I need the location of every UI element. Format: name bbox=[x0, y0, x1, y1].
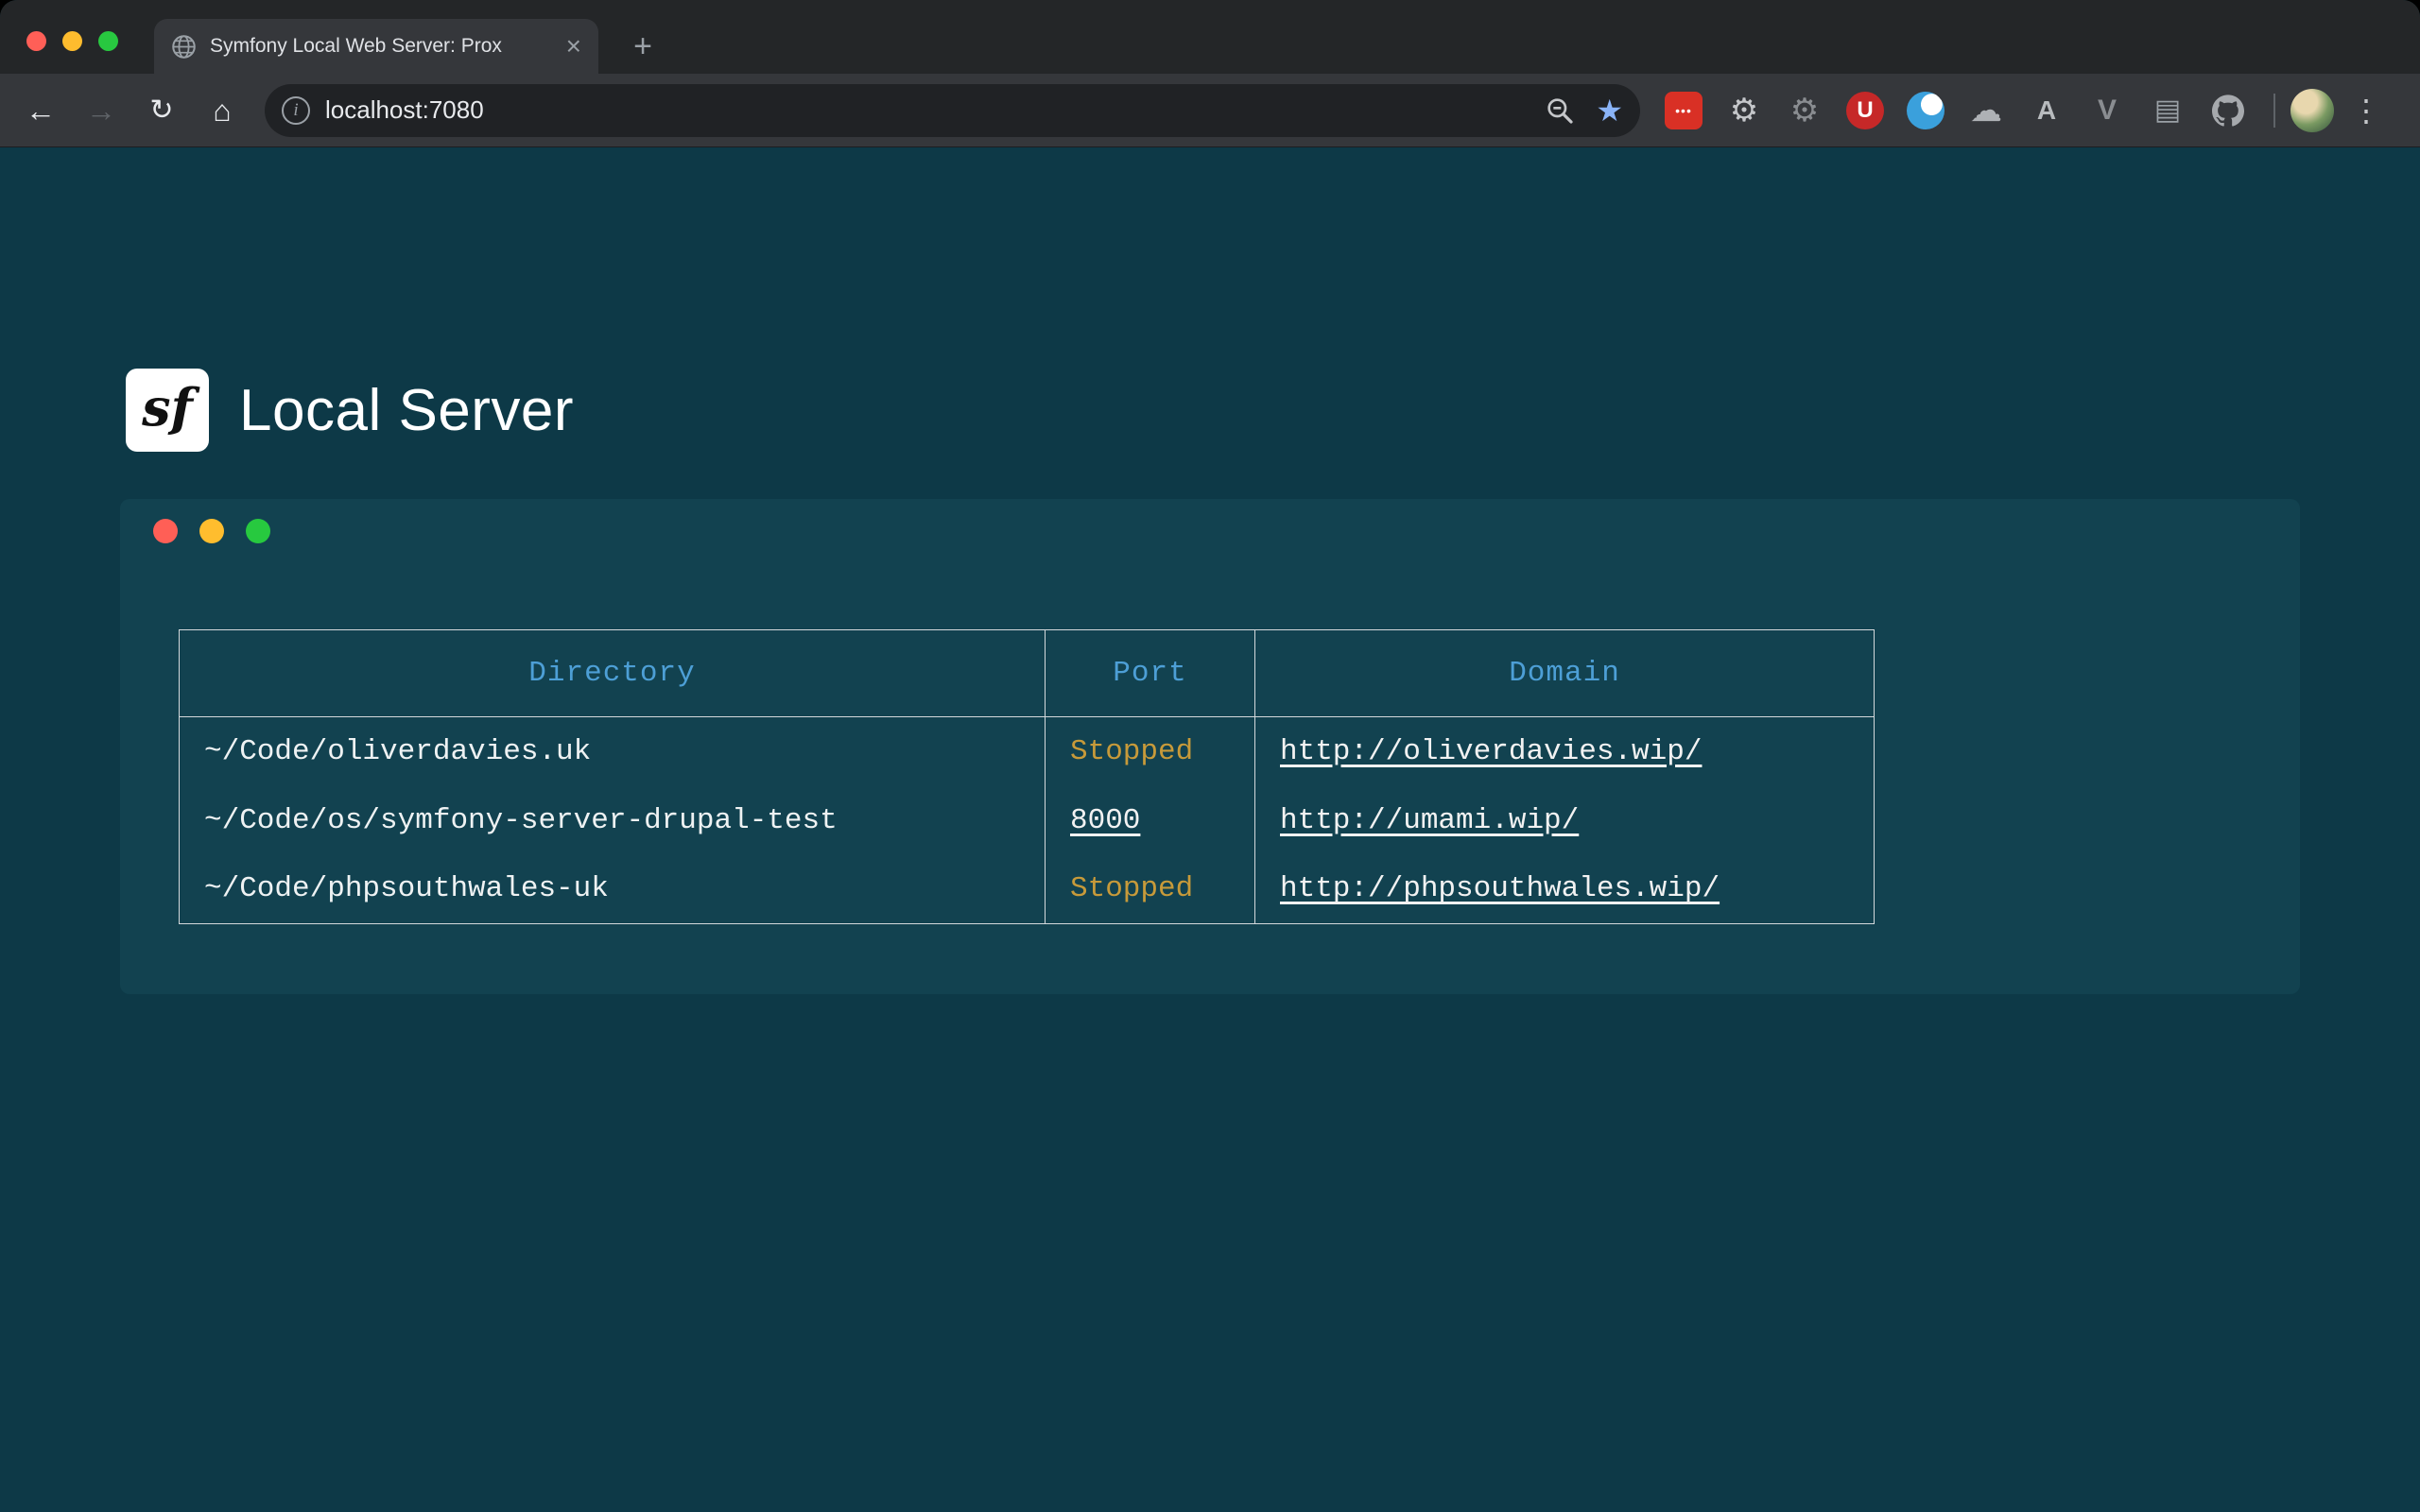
grid-extension-icon[interactable]: ▤ bbox=[2149, 92, 2187, 129]
browser-menu-icon[interactable]: ⋮ bbox=[2347, 93, 2385, 129]
dark-gear-extension-icon[interactable]: ⚙ bbox=[1786, 92, 1824, 129]
table-row: ~/Code/phpsouthwales-uk Stopped http://p… bbox=[180, 855, 1875, 924]
directory-cell: ~/Code/oliverdavies.uk bbox=[180, 717, 1046, 786]
zoom-level-icon[interactable] bbox=[1545, 95, 1575, 126]
symfony-logo-text: sf bbox=[142, 377, 193, 438]
tab-symfony-local-server[interactable]: Symfony Local Web Server: Prox × bbox=[154, 19, 598, 74]
domain-link[interactable]: http://phpsouthwales.wip/ bbox=[1280, 872, 1720, 905]
window-zoom-button[interactable] bbox=[98, 31, 118, 51]
port-status: Stopped bbox=[1070, 872, 1193, 905]
port-link[interactable]: 8000 bbox=[1070, 804, 1140, 837]
domain-link[interactable]: http://umami.wip/ bbox=[1280, 804, 1579, 837]
page-title: Local Server bbox=[239, 377, 574, 444]
forward-button[interactable]: → bbox=[79, 89, 123, 132]
tab-title: Symfony Local Web Server: Prox bbox=[210, 35, 550, 58]
directory-cell: ~/Code/phpsouthwales-uk bbox=[180, 855, 1046, 924]
column-header-domain: Domain bbox=[1255, 630, 1875, 717]
cloud-extension-icon[interactable]: ☁ bbox=[1967, 92, 2005, 129]
table-row: ~/Code/os/symfony-server-drupal-test 800… bbox=[180, 786, 1875, 855]
page-content: sf Local Server Directory Port Domain ~/… bbox=[0, 148, 2420, 1512]
profile-avatar[interactable] bbox=[2290, 89, 2334, 132]
tab-strip: Symfony Local Web Server: Prox × + bbox=[0, 0, 2420, 74]
github-extension-icon[interactable] bbox=[2209, 92, 2247, 129]
close-tab-icon[interactable]: × bbox=[566, 33, 581, 60]
letter-a-extension-icon[interactable]: A bbox=[2028, 92, 2066, 129]
address-bar[interactable]: i localhost:7080 ★ bbox=[265, 84, 1640, 137]
browser-window: Symfony Local Web Server: Prox × + ← → ↻… bbox=[0, 0, 2420, 1512]
card-green-light-icon bbox=[246, 519, 270, 543]
window-close-button[interactable] bbox=[26, 31, 46, 51]
browser-toolbar: ← → ↻ ⌂ i localhost:7080 ★ ••• ⚙ ⚙ U ☁ A… bbox=[0, 74, 2420, 147]
red-dots-extension-icon[interactable]: ••• bbox=[1665, 92, 1703, 129]
back-button[interactable]: ← bbox=[19, 89, 62, 132]
site-info-icon[interactable]: i bbox=[282, 96, 310, 125]
table-header-row: Directory Port Domain bbox=[180, 630, 1875, 717]
home-button[interactable]: ⌂ bbox=[200, 89, 244, 132]
letter-v-extension-icon[interactable]: V bbox=[2088, 92, 2126, 129]
directory-cell: ~/Code/os/symfony-server-drupal-test bbox=[180, 786, 1046, 855]
url-text[interactable]: localhost:7080 bbox=[325, 95, 1545, 125]
globe-favicon-icon bbox=[171, 34, 197, 60]
column-header-directory: Directory bbox=[180, 630, 1046, 717]
symfony-logo-icon: sf bbox=[126, 369, 209, 452]
domain-link[interactable]: http://oliverdavies.wip/ bbox=[1280, 735, 1702, 768]
port-status: Stopped bbox=[1070, 735, 1193, 768]
server-table: Directory Port Domain ~/Code/oliverdavie… bbox=[179, 629, 1875, 924]
table-row: ~/Code/oliverdavies.uk Stopped http://ol… bbox=[180, 717, 1875, 786]
blue-circle-extension-icon[interactable] bbox=[1907, 92, 1945, 129]
card-red-light-icon bbox=[153, 519, 178, 543]
new-tab-button[interactable]: + bbox=[626, 30, 660, 64]
card-orange-light-icon bbox=[199, 519, 224, 543]
ublock-extension-icon[interactable]: U bbox=[1846, 92, 1884, 129]
bookmark-star-icon[interactable]: ★ bbox=[1596, 95, 1623, 126]
gear-extension-icon[interactable]: ⚙ bbox=[1725, 92, 1763, 129]
toolbar-divider bbox=[2273, 94, 2275, 128]
window-minimize-button[interactable] bbox=[62, 31, 82, 51]
brand-header: sf Local Server bbox=[126, 369, 574, 452]
extensions-row: ••• ⚙ ⚙ U ☁ A V ▤ bbox=[1653, 92, 2258, 129]
column-header-port: Port bbox=[1046, 630, 1255, 717]
reload-button[interactable]: ↻ bbox=[140, 89, 183, 132]
